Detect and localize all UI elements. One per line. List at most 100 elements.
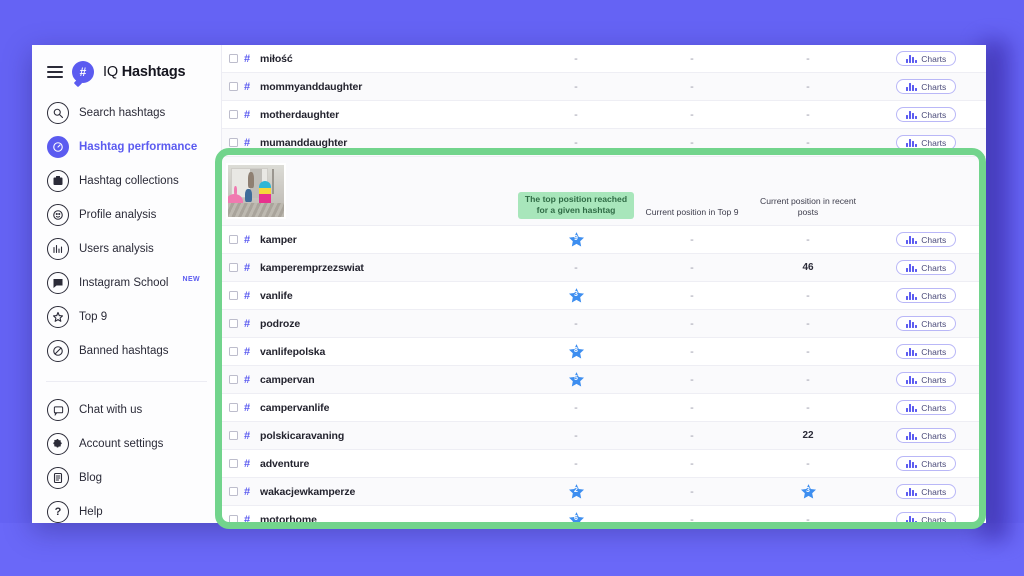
charts-button[interactable]: Charts	[895, 260, 957, 275]
charts-button-label: Charts	[921, 402, 947, 413]
sidebar-item-blog[interactable]: Blog	[32, 464, 221, 492]
sidebar-item-account-settings[interactable]: Account settings	[32, 430, 221, 458]
table-row[interactable]: # adventure - - - Charts	[222, 450, 986, 478]
cell-charts: Charts	[866, 135, 986, 150]
cell-value: -	[806, 136, 810, 149]
cell-value: -	[574, 457, 578, 470]
sidebar-item-profile-analysis[interactable]: Profile analysis	[32, 201, 221, 229]
table-row[interactable]: # polskicaravaning - - 22 Charts	[222, 422, 986, 450]
row-checkbox[interactable]	[228, 319, 238, 328]
table-row[interactable]: # kamper 9 - - Charts	[222, 226, 986, 254]
row-checkbox[interactable]	[228, 515, 238, 523]
hash-icon: #	[244, 289, 251, 302]
column-header: Current position in recent posts	[759, 195, 856, 218]
column-header-tooltip: The top position reached for a given has…	[518, 191, 634, 219]
cell-value: -	[690, 261, 694, 274]
cell-top9: -	[634, 318, 750, 330]
charts-button[interactable]: Charts	[895, 428, 957, 443]
charts-button[interactable]: Charts	[895, 288, 957, 303]
table-row[interactable]: # vanlife 3 - - Charts	[222, 282, 986, 310]
charts-button[interactable]: Charts	[895, 232, 957, 247]
sidebar-item-banned-hashtags[interactable]: Banned hashtags	[32, 337, 221, 365]
star-value: 8	[574, 347, 578, 354]
table-row[interactable]: # vanlifepolska 8 - - Charts	[222, 338, 986, 366]
table-row[interactable]: # motorhome 6 - - Charts	[222, 506, 986, 523]
users-chart-icon	[47, 238, 69, 260]
app-window: # IQ Hashtags Search hashtags Hashtag per…	[32, 45, 986, 523]
cell-value: -	[806, 52, 810, 65]
row-checkbox[interactable]	[228, 291, 238, 300]
star-value: 3	[574, 291, 578, 298]
charts-button[interactable]: Charts	[895, 512, 957, 524]
row-checkbox[interactable]	[228, 110, 238, 119]
hash-icon: #	[244, 80, 251, 93]
star-value: 2	[574, 487, 578, 494]
hashtag-name: motherdaughter	[260, 108, 340, 121]
cell-top-position: 5	[518, 371, 634, 388]
charts-button[interactable]: Charts	[895, 372, 957, 387]
charts-button[interactable]: Charts	[895, 456, 957, 471]
charts-button[interactable]: Charts	[895, 107, 957, 122]
brand-name: Hashtags	[121, 64, 186, 80]
sidebar-item-label: Hashtag collections	[79, 175, 179, 187]
table-row[interactable]: # campervanlife - - - Charts	[222, 394, 986, 422]
charts-button[interactable]: Charts	[895, 79, 957, 94]
cell-value: -	[574, 108, 578, 121]
table-row[interactable]: # kamperemprzezswiat - - 46 Charts	[222, 254, 986, 282]
charts-button-label: Charts	[921, 234, 947, 245]
table-row[interactable]: # mumanddaughter - - - Charts	[222, 129, 986, 157]
row-checkbox[interactable]	[228, 431, 238, 440]
sidebar-item-search-hashtags[interactable]: Search hashtags	[32, 99, 221, 127]
sidebar-item-instagram-school[interactable]: Instagram School NEW	[32, 269, 221, 297]
cell-recent-posts: 46	[750, 262, 866, 273]
sidebar-item-hashtag-performance[interactable]: Hashtag performance	[32, 133, 221, 161]
row-checkbox[interactable]	[228, 403, 238, 412]
row-checkbox[interactable]	[228, 82, 238, 91]
row-checkbox[interactable]	[228, 459, 238, 468]
charts-button-label: Charts	[921, 346, 947, 357]
charts-button[interactable]: Charts	[895, 344, 957, 359]
hashtag-name: vanlifepolska	[260, 345, 326, 358]
table-row[interactable]: # mommyanddaughter - - - Charts	[222, 73, 986, 101]
row-checkbox[interactable]	[228, 375, 238, 384]
sidebar-item-users-analysis[interactable]: Users analysis	[32, 235, 221, 263]
table-row[interactable]: # motherdaughter - - - Charts	[222, 101, 986, 129]
no-entry-icon	[47, 340, 69, 362]
cell-charts: Charts	[866, 372, 986, 387]
sidebar-secondary-nav: Chat with usAccount settingsBlog?Help$Af…	[32, 396, 221, 523]
charts-button[interactable]: Charts	[895, 400, 957, 415]
row-checkbox[interactable]	[228, 235, 238, 244]
table-row[interactable]: # campervan 5 - - Charts	[222, 366, 986, 394]
sidebar-item-label: Instagram School	[79, 277, 169, 289]
search-icon	[47, 102, 69, 124]
charts-button[interactable]: Charts	[895, 51, 957, 66]
row-checkbox[interactable]	[228, 54, 238, 63]
cell-charts: Charts	[866, 51, 986, 66]
hash-icon: #	[244, 485, 251, 498]
sidebar-item-hashtag-collections[interactable]: Hashtag collections	[32, 167, 221, 195]
table-row[interactable]: # podroze - - - Charts	[222, 310, 986, 338]
charts-button-label: Charts	[921, 514, 947, 524]
cell-top9: -	[634, 374, 750, 386]
charts-button[interactable]: Charts	[895, 316, 957, 331]
row-checkbox[interactable]	[228, 487, 238, 496]
sidebar-item-help[interactable]: ? Help	[32, 498, 221, 523]
row-checkbox[interactable]	[228, 138, 238, 147]
cell-value: -	[690, 108, 694, 121]
row-checkbox[interactable]	[228, 263, 238, 272]
charts-button-label: Charts	[921, 486, 947, 497]
bar-chart-icon	[905, 459, 918, 468]
sidebar-item-top-9[interactable]: Top 9	[32, 303, 221, 331]
charts-button-label: Charts	[921, 262, 947, 273]
hamburger-menu-icon[interactable]	[47, 66, 63, 78]
charts-button[interactable]: Charts	[895, 484, 957, 499]
sidebar: # IQ Hashtags Search hashtags Hashtag per…	[32, 45, 222, 523]
sidebar-item-chat-with-us[interactable]: Chat with us	[32, 396, 221, 424]
row-checkbox[interactable]	[228, 347, 238, 356]
table-row[interactable]: # wakacjewkamperze 2 - 3 Charts	[222, 478, 986, 506]
cell-value: -	[806, 317, 810, 330]
table-row[interactable]: # miłość - - - Charts	[222, 45, 986, 73]
post-thumbnail[interactable]	[226, 163, 286, 219]
charts-button[interactable]: Charts	[895, 135, 957, 150]
cell-top-position: -	[518, 262, 634, 274]
